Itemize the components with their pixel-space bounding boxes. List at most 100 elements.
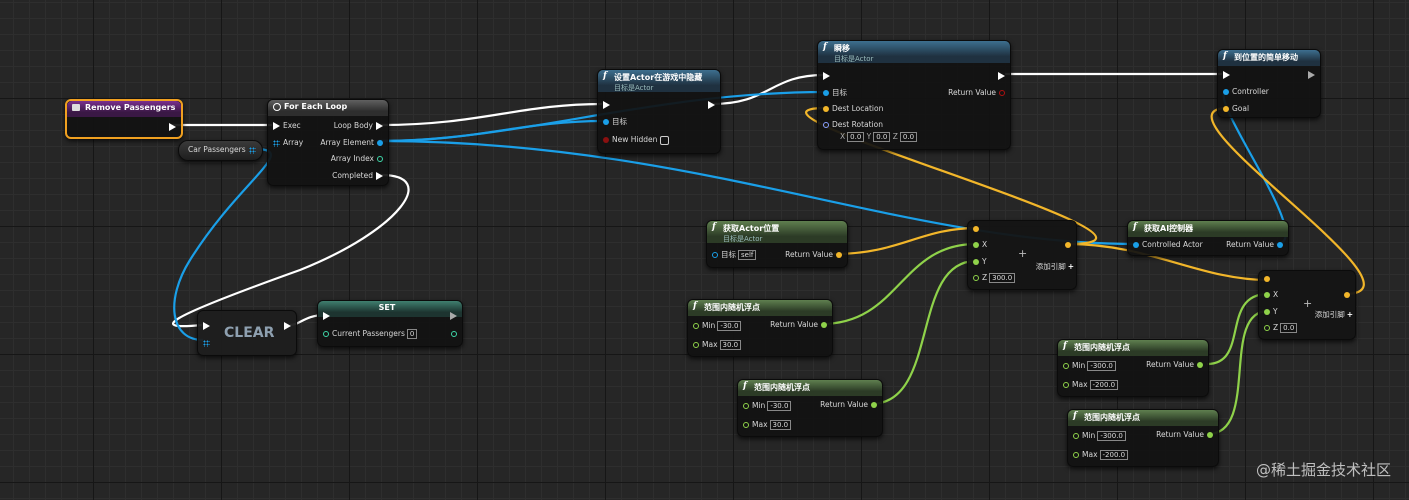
return-value-pin[interactable]: Return Value <box>770 319 830 331</box>
max-field[interactable]: 30.0 <box>769 420 792 430</box>
min-pin[interactable]: Min -300.0 <box>1060 360 1116 372</box>
object-pin-icon <box>1133 242 1139 248</box>
max-pin[interactable]: Max -200.0 <box>1060 379 1119 391</box>
exec-in-pin[interactable]: Exec <box>270 120 301 132</box>
pin-label: Return Value <box>820 400 868 409</box>
min-field[interactable]: -300.0 <box>1097 431 1126 441</box>
exec-out-pin[interactable] <box>705 99 718 111</box>
remove-passengers-node[interactable]: Remove Passengers <box>65 99 183 139</box>
current-passengers-field[interactable]: 0 <box>406 329 418 339</box>
new-hidden-checkbox[interactable] <box>660 135 670 145</box>
add-pin-button[interactable]: 添加引脚 + <box>1036 261 1074 273</box>
node-title: For Each Loop <box>284 102 348 111</box>
get-ai-controller-node[interactable]: f 获取AI控制器 Controlled Actor Return Value <box>1127 220 1289 256</box>
exec-pin-icon <box>823 72 830 80</box>
exec-out-pin[interactable] <box>995 70 1008 82</box>
max-pin[interactable]: Max -200.0 <box>1070 449 1129 461</box>
return-value-pin[interactable]: Return Value <box>948 87 1008 99</box>
object-pin-icon <box>377 140 383 146</box>
target-array-pin[interactable] <box>200 337 213 349</box>
vector-in-pin[interactable] <box>1261 273 1273 285</box>
max-field[interactable]: -200.0 <box>1089 380 1119 390</box>
for-each-loop-node[interactable]: For Each Loop Exec Array Loop Body Array… <box>267 99 389 186</box>
controller-pin[interactable]: Controller <box>1220 86 1269 98</box>
max-pin[interactable]: Max 30.0 <box>690 339 742 351</box>
current-passengers-pin[interactable]: Current Passengers 0 <box>320 328 418 340</box>
current-passengers-out-pin[interactable] <box>448 328 460 340</box>
new-hidden-pin[interactable]: New Hidden <box>600 134 670 146</box>
set-node[interactable]: SET Current Passengers 0 <box>317 300 463 347</box>
exec-out-pin[interactable] <box>281 320 294 332</box>
add-node-2[interactable]: X Y Z 0.0 + 添加引脚 + <box>1258 270 1356 340</box>
add-pin-button[interactable]: 添加引脚 + <box>1315 309 1353 321</box>
y-pin[interactable]: Y <box>970 256 987 268</box>
dest-rotation-pin[interactable]: Dest Rotation <box>820 119 883 131</box>
return-value-pin[interactable]: Return Value <box>1156 429 1216 441</box>
set-actor-hidden-node[interactable]: f 设置Actor在游戏中隐藏 目标是Actor 目标 New Hidden <box>597 69 721 154</box>
x-pin[interactable]: X <box>970 239 987 251</box>
random-float-node-1[interactable]: f 范围内随机浮点 Min -30.0 Max 30.0 Return Value <box>687 299 833 357</box>
min-field[interactable]: -300.0 <box>1087 361 1116 371</box>
pin-label: Max <box>1072 380 1088 389</box>
min-field[interactable]: -30.0 <box>717 321 742 331</box>
pin-label: Y <box>1273 307 1278 316</box>
x-pin[interactable]: X <box>1261 289 1278 301</box>
target-pin[interactable]: 目标 <box>820 87 847 99</box>
rotation-x-field[interactable]: 0.0 <box>847 132 865 142</box>
exec-in-pin[interactable] <box>820 70 833 82</box>
max-field[interactable]: -200.0 <box>1099 450 1129 460</box>
min-field[interactable]: -30.0 <box>767 401 792 411</box>
return-value-pin[interactable]: Return Value <box>820 399 880 411</box>
simple-move-node[interactable]: f 到位置的简单移动 Controller Goal <box>1217 49 1321 118</box>
array-index-pin[interactable]: Array Index <box>331 153 386 165</box>
exec-out-pin[interactable] <box>447 310 460 322</box>
pin-label: Min <box>1072 361 1086 370</box>
return-value-pin[interactable]: Return Value <box>1146 359 1206 371</box>
exec-in-pin[interactable] <box>200 320 213 332</box>
array-element-pin[interactable]: Array Element <box>320 137 386 149</box>
clear-node[interactable]: CLEAR <box>197 310 297 356</box>
exec-in-pin[interactable] <box>600 99 613 111</box>
min-pin[interactable]: Min -30.0 <box>740 400 792 412</box>
return-value-pin[interactable]: Return Value <box>1226 239 1286 251</box>
z-pin[interactable]: Z 300.0 <box>970 272 1016 284</box>
loop-body-pin[interactable]: Loop Body <box>334 120 386 132</box>
z-value-field[interactable]: 300.0 <box>989 273 1016 283</box>
controlled-actor-pin[interactable]: Controlled Actor <box>1130 239 1203 251</box>
random-float-node-2[interactable]: f 范围内随机浮点 Min -30.0 Max 30.0 Return Value <box>737 379 883 437</box>
min-pin[interactable]: Min -300.0 <box>1070 430 1126 442</box>
completed-pin[interactable]: Completed <box>332 170 386 182</box>
teleport-node[interactable]: f 瞬移 目标是Actor 目标 Return Value Dest Locat… <box>817 40 1011 150</box>
random-float-node-3[interactable]: f 范围内随机浮点 Min -300.0 Max -200.0 Return Valu… <box>1057 339 1209 397</box>
car-passengers-getter[interactable]: Car Passengers <box>178 140 263 161</box>
target-pin[interactable]: 目标 <box>600 116 627 128</box>
random-float-node-4[interactable]: f 范围内随机浮点 Min -300.0 Max -200.0 Return Valu… <box>1067 409 1219 467</box>
node-header: f 设置Actor在游戏中隐藏 目标是Actor <box>598 70 720 92</box>
add-node-1[interactable]: X Y Z 300.0 + 添加引脚 + <box>967 220 1077 290</box>
vector-in-pin[interactable] <box>970 223 982 235</box>
array-pin[interactable]: Array <box>270 137 303 149</box>
max-pin[interactable]: Max 30.0 <box>740 419 792 431</box>
z-value-field[interactable]: 0.0 <box>1280 323 1298 333</box>
get-actor-location-node[interactable]: f 获取Actor位置 目标是Actor 目标 self Return Value <box>706 220 848 268</box>
rotation-z-field[interactable]: 0.0 <box>899 132 918 142</box>
variable-label: Car Passengers <box>188 145 246 154</box>
max-field[interactable]: 30.0 <box>719 340 742 350</box>
return-value-pin[interactable]: Return Value <box>785 249 845 261</box>
y-pin[interactable]: Y <box>1261 306 1278 318</box>
rotation-y-field[interactable]: 0.0 <box>873 132 891 142</box>
exec-in-pin[interactable] <box>1220 69 1233 81</box>
exec-out-pin[interactable] <box>166 121 179 133</box>
target-pin[interactable]: 目标 self <box>709 249 757 261</box>
dest-location-pin[interactable]: Dest Location <box>820 103 883 115</box>
vector-out-pin[interactable] <box>1062 239 1074 251</box>
z-pin[interactable]: Z 0.0 <box>1261 322 1298 334</box>
exec-in-pin[interactable] <box>320 310 333 322</box>
goal-pin[interactable]: Goal <box>1220 103 1249 115</box>
min-pin[interactable]: Min -30.0 <box>690 320 742 332</box>
vector-out-pin[interactable] <box>1341 289 1353 301</box>
pin-label: Array <box>283 138 304 147</box>
exec-out-pin[interactable] <box>1305 69 1318 81</box>
exec-pin-icon <box>998 72 1005 80</box>
add-operator-icon: + <box>1303 297 1313 310</box>
